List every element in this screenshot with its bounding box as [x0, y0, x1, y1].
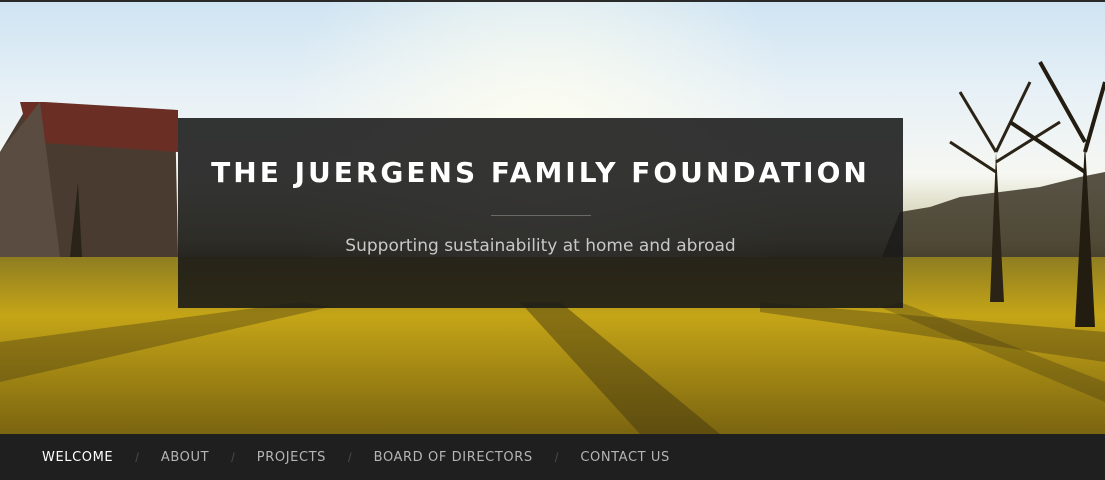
nav-item-welcome[interactable]: WELCOME: [42, 450, 113, 465]
nav-item-contact-us[interactable]: CONTACT US: [580, 450, 670, 465]
nav-item-board-of-directors[interactable]: BOARD OF DIRECTORS: [374, 450, 533, 465]
main-navigation: WELCOME / ABOUT / PROJECTS / BOARD OF DI…: [0, 434, 1105, 480]
nav-separator: /: [135, 449, 139, 465]
nav-separator: /: [554, 449, 559, 465]
title-divider: [491, 215, 591, 216]
top-border: [0, 0, 1105, 2]
title-box: THE JUERGENS FAMILY FOUNDATION Supportin…: [178, 118, 903, 308]
nav-item-projects[interactable]: PROJECTS: [257, 450, 326, 465]
nav-item-about[interactable]: ABOUT: [161, 450, 209, 465]
site-title: THE JUERGENS FAMILY FOUNDATION: [211, 156, 870, 189]
site-tagline: Supporting sustainability at home and ab…: [345, 236, 736, 256]
nav-separator: /: [231, 449, 235, 465]
page: THE JUERGENS FAMILY FOUNDATION Supportin…: [0, 0, 1105, 480]
nav-separator: /: [348, 449, 352, 465]
hero-banner: THE JUERGENS FAMILY FOUNDATION Supportin…: [0, 2, 1105, 434]
